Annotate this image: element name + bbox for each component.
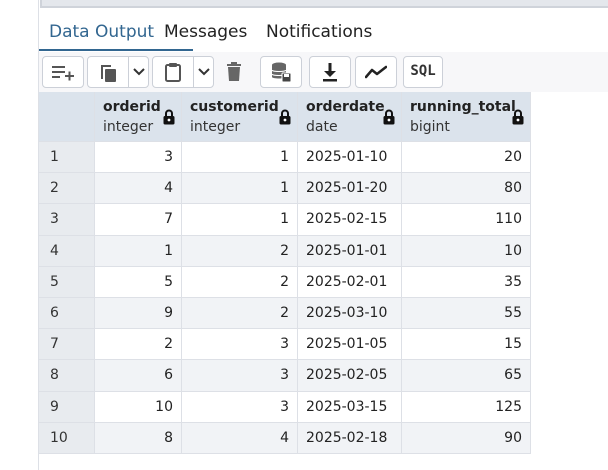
data-toolbar: SQL bbox=[39, 52, 608, 92]
paste-button-group bbox=[152, 56, 214, 88]
cell-orderdate[interactable]: 2025-01-20 bbox=[298, 173, 402, 205]
cell-orderid[interactable]: 5 bbox=[95, 266, 182, 298]
cell-orderdate[interactable]: 2025-01-01 bbox=[298, 235, 402, 267]
cell-customerid[interactable]: 3 bbox=[182, 329, 298, 361]
cell-customerid[interactable]: 1 bbox=[182, 204, 298, 236]
result-tabs: Data Output Messages Notifications bbox=[39, 12, 608, 53]
cell-orderdate[interactable]: 2025-02-01 bbox=[298, 266, 402, 298]
cell-orderid[interactable]: 3 bbox=[95, 142, 182, 174]
save-data-button[interactable] bbox=[260, 56, 302, 88]
cell-orderdate[interactable]: 2025-02-05 bbox=[298, 360, 402, 392]
save-data-icon bbox=[271, 62, 292, 83]
copy-button-group bbox=[87, 56, 149, 88]
download-icon bbox=[323, 63, 337, 82]
tab-data-output[interactable]: Data Output bbox=[49, 22, 154, 42]
copy-icon bbox=[101, 65, 116, 82]
download-button[interactable] bbox=[309, 56, 351, 88]
header-corner[interactable] bbox=[39, 92, 95, 142]
cell-orderid[interactable]: 8 bbox=[95, 422, 182, 454]
row-number[interactable]: 5 bbox=[39, 266, 95, 298]
row-number[interactable]: 1 bbox=[39, 142, 95, 174]
cell-orderid[interactable]: 7 bbox=[95, 204, 182, 236]
cell-customerid[interactable]: 4 bbox=[182, 422, 298, 454]
cell-orderid[interactable]: 10 bbox=[95, 391, 182, 423]
cell-running_total[interactable]: 65 bbox=[402, 360, 531, 392]
cell-running_total[interactable]: 35 bbox=[402, 266, 531, 298]
lock-icon bbox=[383, 109, 395, 129]
row-number[interactable]: 3 bbox=[39, 204, 95, 236]
cell-orderdate[interactable]: 2025-02-18 bbox=[298, 422, 402, 454]
lock-icon bbox=[512, 109, 524, 129]
cell-running_total[interactable]: 125 bbox=[402, 391, 531, 423]
tab-messages[interactable]: Messages bbox=[164, 22, 247, 42]
copy-button[interactable] bbox=[88, 57, 128, 87]
add-row-button[interactable] bbox=[42, 56, 84, 88]
delete-button[interactable] bbox=[217, 56, 251, 88]
column-type: integer bbox=[190, 119, 241, 135]
cell-orderid[interactable]: 1 bbox=[95, 235, 182, 267]
cell-running_total[interactable]: 90 bbox=[402, 422, 531, 454]
delete-icon bbox=[227, 62, 241, 81]
view-sql-button[interactable]: SQL bbox=[403, 56, 443, 88]
cell-running_total[interactable]: 15 bbox=[402, 329, 531, 361]
cell-orderid[interactable]: 2 bbox=[95, 329, 182, 361]
column-name: running_total bbox=[410, 99, 516, 115]
cell-orderid[interactable]: 6 bbox=[95, 360, 182, 392]
graph-visualiser-button[interactable] bbox=[355, 56, 397, 88]
row-number[interactable]: 2 bbox=[39, 173, 95, 205]
cell-orderdate[interactable]: 2025-01-10 bbox=[298, 142, 402, 174]
cell-customerid[interactable]: 1 bbox=[182, 142, 298, 174]
row-number[interactable]: 10 bbox=[39, 422, 95, 454]
row-number[interactable]: 6 bbox=[39, 298, 95, 330]
chevron-down-icon bbox=[198, 68, 210, 76]
add-row-icon bbox=[52, 66, 74, 81]
column-header-orderid[interactable]: orderid integer bbox=[95, 92, 182, 142]
cell-orderdate[interactable]: 2025-03-10 bbox=[298, 298, 402, 330]
cell-running_total[interactable]: 20 bbox=[402, 142, 531, 174]
column-name: orderdate bbox=[306, 99, 385, 115]
cell-running_total[interactable]: 110 bbox=[402, 204, 531, 236]
cell-orderid[interactable]: 4 bbox=[95, 173, 182, 205]
chevron-down-icon bbox=[133, 68, 145, 76]
active-tab-indicator bbox=[39, 49, 193, 51]
column-header-orderdate[interactable]: orderdate date bbox=[298, 92, 402, 142]
column-header-customerid[interactable]: customerid integer bbox=[182, 92, 298, 142]
lock-icon bbox=[279, 109, 291, 129]
paste-options-dropdown[interactable] bbox=[194, 57, 214, 87]
copy-options-dropdown[interactable] bbox=[129, 57, 149, 87]
cell-orderdate[interactable]: 2025-03-15 bbox=[298, 391, 402, 423]
cell-running_total[interactable]: 80 bbox=[402, 173, 531, 205]
column-type: bigint bbox=[410, 119, 450, 135]
cell-customerid[interactable]: 3 bbox=[182, 391, 298, 423]
cell-customerid[interactable]: 2 bbox=[182, 235, 298, 267]
cell-customerid[interactable]: 1 bbox=[182, 173, 298, 205]
column-name: customerid bbox=[190, 99, 279, 115]
tab-notifications[interactable]: Notifications bbox=[266, 22, 372, 42]
column-header-running_total[interactable]: running_totalbigint bbox=[402, 92, 531, 142]
cell-customerid[interactable]: 2 bbox=[182, 266, 298, 298]
sql-label: SQL bbox=[410, 63, 436, 79]
row-number[interactable]: 4 bbox=[39, 235, 95, 267]
row-number[interactable]: 7 bbox=[39, 329, 95, 361]
cell-orderdate[interactable]: 2025-02-15 bbox=[298, 204, 402, 236]
paste-icon bbox=[165, 63, 181, 82]
cell-orderid[interactable]: 9 bbox=[95, 298, 182, 330]
cell-orderdate[interactable]: 2025-01-05 bbox=[298, 329, 402, 361]
top-scrollbar-thumb[interactable] bbox=[42, 0, 608, 6]
column-name: orderid bbox=[103, 99, 161, 115]
cell-running_total[interactable]: 55 bbox=[402, 298, 531, 330]
graph-icon bbox=[365, 65, 387, 79]
column-type: integer bbox=[103, 119, 154, 135]
cell-customerid[interactable]: 3 bbox=[182, 360, 298, 392]
paste-button[interactable] bbox=[153, 57, 193, 87]
row-number[interactable]: 8 bbox=[39, 360, 95, 392]
row-number[interactable]: 9 bbox=[39, 391, 95, 423]
cell-running_total[interactable]: 10 bbox=[402, 235, 531, 267]
column-type: date bbox=[306, 119, 338, 135]
cell-customerid[interactable]: 2 bbox=[182, 298, 298, 330]
lock-icon bbox=[163, 109, 175, 129]
